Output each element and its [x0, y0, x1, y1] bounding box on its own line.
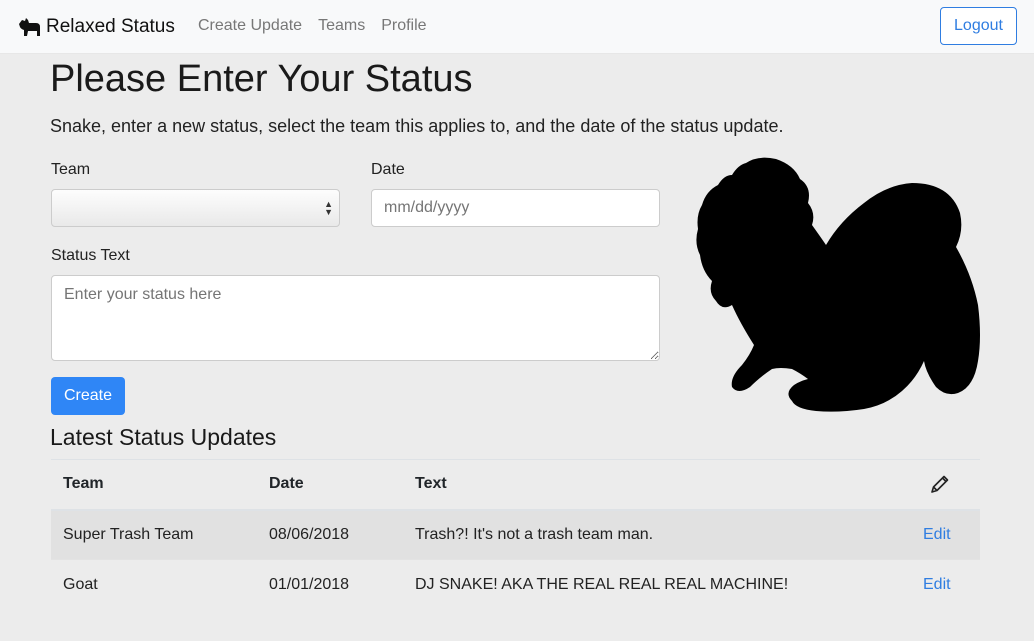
create-button[interactable]: Create — [51, 377, 125, 415]
column-header-date: Date — [257, 459, 403, 511]
navbar: Relaxed Status Create Update Teams Profi… — [0, 0, 1034, 54]
nav-profile[interactable]: Profile — [381, 17, 426, 35]
table-row: Goat 01/01/2018 DJ SNAKE! AKA THE REAL R… — [51, 559, 980, 610]
logout-button[interactable]: Logout — [940, 7, 1017, 45]
nav-create-update[interactable]: Create Update — [198, 17, 302, 35]
cell-team: Super Trash Team — [51, 509, 257, 560]
nav-links: Create Update Teams Profile — [198, 17, 427, 35]
cell-text: Trash?! It's not a trash team man. — [403, 509, 911, 560]
column-header-text: Text — [403, 459, 911, 511]
brand-label: Relaxed Status — [46, 16, 175, 37]
page-subtitle: Snake, enter a new status, select the te… — [50, 116, 784, 136]
cell-text: DJ SNAKE! AKA THE REAL REAL REAL MACHINE… — [403, 559, 911, 610]
table-header-row: Team Date Text — [51, 459, 980, 511]
dog-silhouette — [696, 157, 980, 412]
column-header-edit — [911, 459, 980, 511]
nav-teams[interactable]: Teams — [318, 17, 365, 35]
date-label: Date — [371, 161, 405, 178]
section-title: Latest Status Updates — [50, 424, 277, 450]
cell-date: 01/01/2018 — [257, 559, 403, 610]
brand[interactable]: Relaxed Status — [16, 14, 175, 40]
dog-icon — [19, 18, 40, 36]
team-label: Team — [51, 161, 91, 178]
date-input[interactable] — [371, 189, 660, 227]
edit-link[interactable]: Edit — [923, 526, 951, 543]
table-row: Super Trash Team 08/06/2018 Trash?! It's… — [51, 509, 980, 560]
team-select[interactable]: ▲ ▼ — [51, 189, 340, 227]
status-updates-table: Team Date Text Super Trash Team 08/06/20… — [51, 459, 980, 610]
column-header-team: Team — [51, 459, 257, 511]
status-text-label: Status Text — [51, 247, 130, 264]
cell-team: Goat — [51, 559, 257, 610]
edit-link[interactable]: Edit — [923, 576, 951, 593]
status-text-input[interactable] — [51, 275, 660, 361]
select-arrows-icon: ▲ ▼ — [324, 199, 333, 217]
cell-date: 08/06/2018 — [257, 509, 403, 560]
page-title: Please Enter Your Status — [50, 58, 473, 100]
pencil-icon — [931, 475, 949, 494]
